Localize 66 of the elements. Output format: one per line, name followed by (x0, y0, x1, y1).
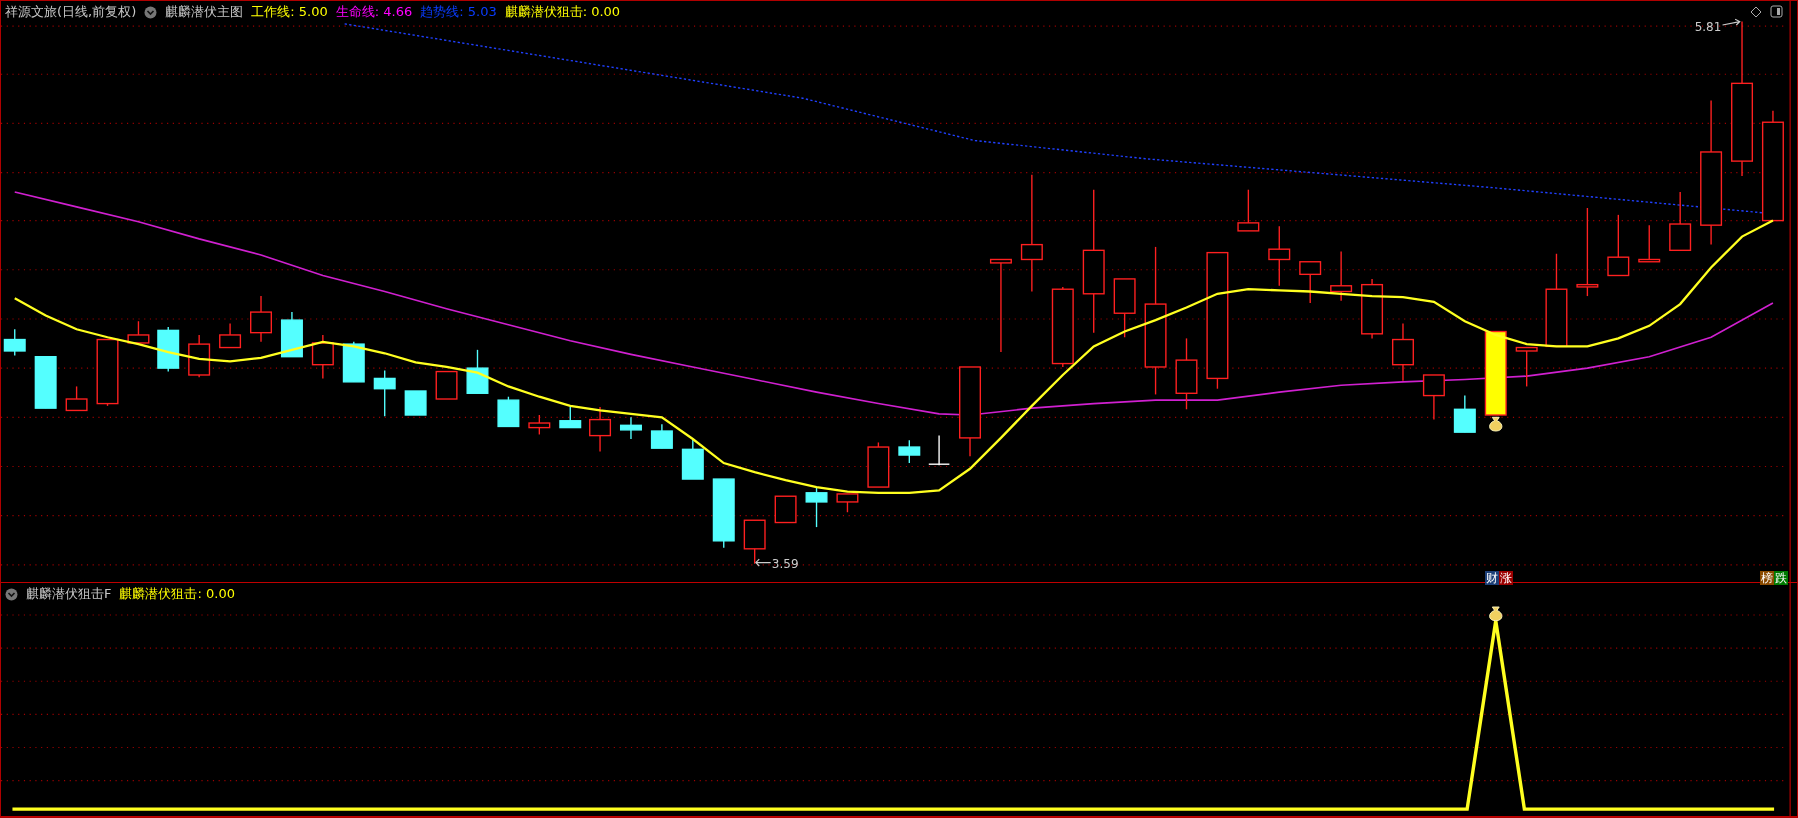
candlestick (559, 406, 582, 429)
stock-title: 祥源文旅(日线,前复权) (5, 3, 137, 21)
candlestick (250, 295, 272, 343)
signal-tag: 跌 (1774, 570, 1789, 585)
candlestick (898, 439, 921, 464)
candlestick (1669, 191, 1692, 251)
candlestick (34, 356, 57, 409)
candlestick (1113, 278, 1136, 338)
signal-tag: 榜 (1760, 570, 1775, 585)
candlestick (373, 369, 396, 417)
indicator-name: 麒麟潜伏狙击F (26, 585, 112, 603)
candlestick (404, 390, 427, 416)
collapse-icon[interactable] (5, 587, 18, 601)
candlestick (1299, 261, 1322, 304)
money-bag-icon (1489, 416, 1503, 432)
indicator-name: 麒麟潜伏主图 (165, 3, 244, 21)
candlestick (528, 414, 551, 436)
signal-tag: 财 (1485, 570, 1500, 585)
candlestick (1607, 214, 1630, 277)
indicator-value: 趋势线: 5.03 (420, 3, 497, 21)
candlestick (1330, 250, 1353, 302)
money-bag-icon (1489, 606, 1503, 622)
candlestick (280, 311, 303, 358)
candlestick (96, 338, 119, 407)
candlestick (188, 334, 211, 378)
candlestick (650, 423, 673, 449)
candlestick (466, 349, 489, 394)
candlestick (342, 341, 365, 383)
candlestick (311, 334, 334, 380)
candlestick (497, 396, 520, 428)
candlestick (774, 495, 797, 524)
indicator-value: 麒麟潜伏狙击: 0.00 (504, 3, 621, 21)
low-price-label: 3.59 (771, 556, 799, 571)
candlestick (1515, 346, 1538, 388)
arrow-icon (1722, 18, 1741, 26)
candlestick (589, 406, 612, 453)
candlestick (1638, 224, 1661, 263)
candlestick (1268, 225, 1291, 287)
candlestick (157, 326, 180, 373)
candlestick (1453, 394, 1476, 433)
candlestick (1361, 278, 1384, 340)
collapse-icon[interactable] (144, 5, 158, 19)
candlestick (805, 486, 828, 528)
candlestick (127, 320, 150, 344)
candlestick (681, 438, 704, 480)
candlestick (743, 519, 766, 565)
candlestick (928, 434, 951, 467)
candlestick (620, 416, 642, 440)
diamond-icon[interactable] (1750, 5, 1762, 18)
arrow-icon (755, 558, 772, 567)
candlestick (3, 328, 26, 357)
indicator-value: 生命线: 4.66 (335, 3, 413, 21)
candlestick (836, 493, 859, 513)
candlestick (65, 385, 88, 412)
candlestick (867, 441, 890, 488)
candlestick (435, 370, 458, 400)
candlestick (1237, 189, 1260, 232)
candlestick (1392, 322, 1414, 382)
candlestick (219, 322, 242, 349)
indicator-value: 工作线: 5.00 (251, 3, 328, 21)
indicator-value: 麒麟潜伏狙击: 0.00 (119, 585, 235, 603)
signal-tag: 涨 (1499, 570, 1514, 585)
panel-toggle-icon[interactable] (1770, 5, 1783, 18)
candlestick (1422, 374, 1445, 421)
high-price-label: 5.81 (1694, 20, 1722, 34)
candlestick (712, 478, 735, 549)
